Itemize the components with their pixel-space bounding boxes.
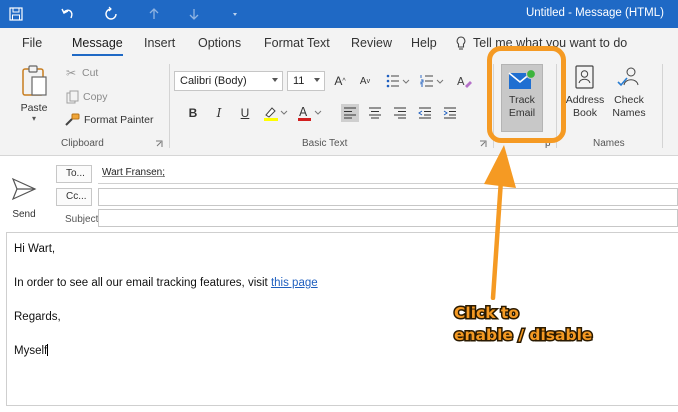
underline-button[interactable]: U	[236, 104, 254, 122]
ribbon: Paste ▾ ✂ Cut Copy Format Painter Clipbo…	[0, 58, 678, 156]
check-names-icon	[617, 67, 639, 87]
up-arrow-icon[interactable]	[144, 4, 164, 24]
font-name-select[interactable]: Calibri (Body)	[174, 71, 283, 91]
address-book-label-line1: Address	[565, 94, 605, 106]
check-names-button[interactable]: Check Names	[609, 64, 649, 120]
format-painter-button[interactable]: Format Painter	[64, 113, 153, 127]
cut-label: Cut	[82, 67, 99, 79]
text-cursor	[47, 344, 49, 356]
signature-text: Myself	[14, 345, 48, 357]
decrease-indent-icon[interactable]	[416, 104, 434, 122]
address-book-label-line2: Book	[573, 107, 597, 119]
italic-label: I	[216, 106, 222, 120]
send-label: Send	[12, 209, 36, 220]
highlight-color-icon[interactable]	[262, 104, 290, 122]
body-line: In order to see all our email tracking f…	[14, 277, 318, 289]
cc-button[interactable]: Cc...	[56, 188, 92, 206]
ribbon-tabs: File Message Insert Options Format Text …	[0, 28, 678, 58]
divider	[169, 64, 170, 148]
align-left-icon[interactable]	[341, 104, 359, 122]
callout-line1: Click to	[452, 303, 520, 324]
cc-field[interactable]	[98, 188, 678, 206]
bold-label: B	[188, 106, 198, 120]
tab-options[interactable]: Options	[198, 36, 241, 50]
window-title: Untitled - Message (HTML)	[525, 7, 664, 19]
increase-indent-icon[interactable]	[441, 104, 459, 122]
names-group-label: Names	[593, 138, 625, 149]
basic-text-group-label: Basic Text	[302, 138, 348, 149]
format-painter-label: Format Painter	[84, 114, 154, 126]
font-color-icon[interactable]: A	[296, 104, 324, 122]
tab-help[interactable]: Help	[411, 36, 437, 50]
svg-text:A: A	[299, 105, 308, 119]
copy-icon	[66, 90, 79, 104]
this-page-link[interactable]: this page	[271, 277, 318, 289]
lightbulb-icon	[456, 36, 466, 50]
divider	[98, 183, 678, 184]
check-names-label-line2: Names	[612, 107, 646, 119]
title-bar: Untitled - Message (HTML)	[0, 0, 678, 28]
copy-button[interactable]: Copy	[66, 90, 108, 104]
svg-text:A: A	[457, 75, 465, 88]
tab-review[interactable]: Review	[351, 36, 392, 50]
recipient-token[interactable]: Wart Fransen;	[102, 167, 165, 178]
tab-insert[interactable]: Insert	[144, 36, 175, 50]
tab-format-text[interactable]: Format Text	[264, 36, 330, 50]
clipboard-icon	[22, 65, 47, 96]
body-greeting: Hi Wart,	[14, 243, 56, 255]
font-size-select[interactable]: 11	[287, 71, 325, 91]
subject-field[interactable]	[98, 209, 678, 227]
subject-label: Subject	[65, 214, 99, 225]
tab-message[interactable]: Message	[72, 36, 123, 56]
compose-header: Send To... Wart Fransen; Cc... Subject	[0, 157, 678, 229]
paste-dropdown-icon[interactable]: ▾	[32, 114, 36, 123]
grow-font-icon[interactable]: A ^	[331, 72, 349, 90]
underline-label: U	[240, 106, 250, 120]
clear-formatting-icon[interactable]: A	[455, 72, 473, 90]
annotation-callout: Click to enable / disable	[452, 302, 593, 346]
numbering-icon[interactable]	[418, 72, 448, 90]
shrink-font-icon[interactable]: Av	[356, 72, 374, 90]
down-arrow-icon[interactable]	[184, 4, 204, 24]
check-names-label-line1: Check	[614, 94, 644, 106]
body-signature: Myself	[14, 344, 49, 357]
paintbrush-icon	[65, 113, 80, 126]
body-line-text: In order to see all our email tracking f…	[14, 277, 271, 289]
to-field[interactable]: Wart Fransen;	[98, 165, 678, 183]
callout-line2: enable / disable	[452, 325, 593, 346]
paste-button[interactable]: Paste ▾	[16, 64, 52, 123]
track-email-highlight	[487, 46, 566, 143]
clipboard-launcher-icon[interactable]	[155, 140, 163, 148]
divider	[662, 64, 663, 148]
font-name-value: Calibri (Body)	[180, 75, 247, 87]
bullets-icon[interactable]	[384, 72, 414, 90]
address-book-button[interactable]: Address Book	[563, 64, 607, 120]
copy-label: Copy	[83, 91, 108, 103]
address-book-icon	[575, 65, 594, 89]
to-button[interactable]: To...	[56, 165, 92, 183]
align-right-icon[interactable]	[391, 104, 409, 122]
tab-file[interactable]: File	[22, 36, 42, 50]
save-icon[interactable]	[6, 4, 26, 24]
bold-button[interactable]: B	[184, 104, 202, 122]
align-center-icon[interactable]	[366, 104, 384, 122]
customize-icon[interactable]	[225, 4, 245, 24]
cut-button[interactable]: ✂ Cut	[66, 66, 98, 80]
redo-icon[interactable]	[101, 4, 121, 24]
send-icon	[11, 177, 37, 201]
send-button[interactable]: Send	[6, 165, 42, 225]
annotation-arrow-icon	[484, 145, 516, 300]
italic-button[interactable]: I	[210, 104, 228, 122]
body-regards: Regards,	[14, 311, 61, 323]
scissors-icon: ✂	[66, 66, 77, 80]
clipboard-group-label: Clipboard	[61, 138, 104, 149]
font-size-value: 11	[293, 75, 305, 87]
undo-icon[interactable]	[58, 4, 78, 24]
